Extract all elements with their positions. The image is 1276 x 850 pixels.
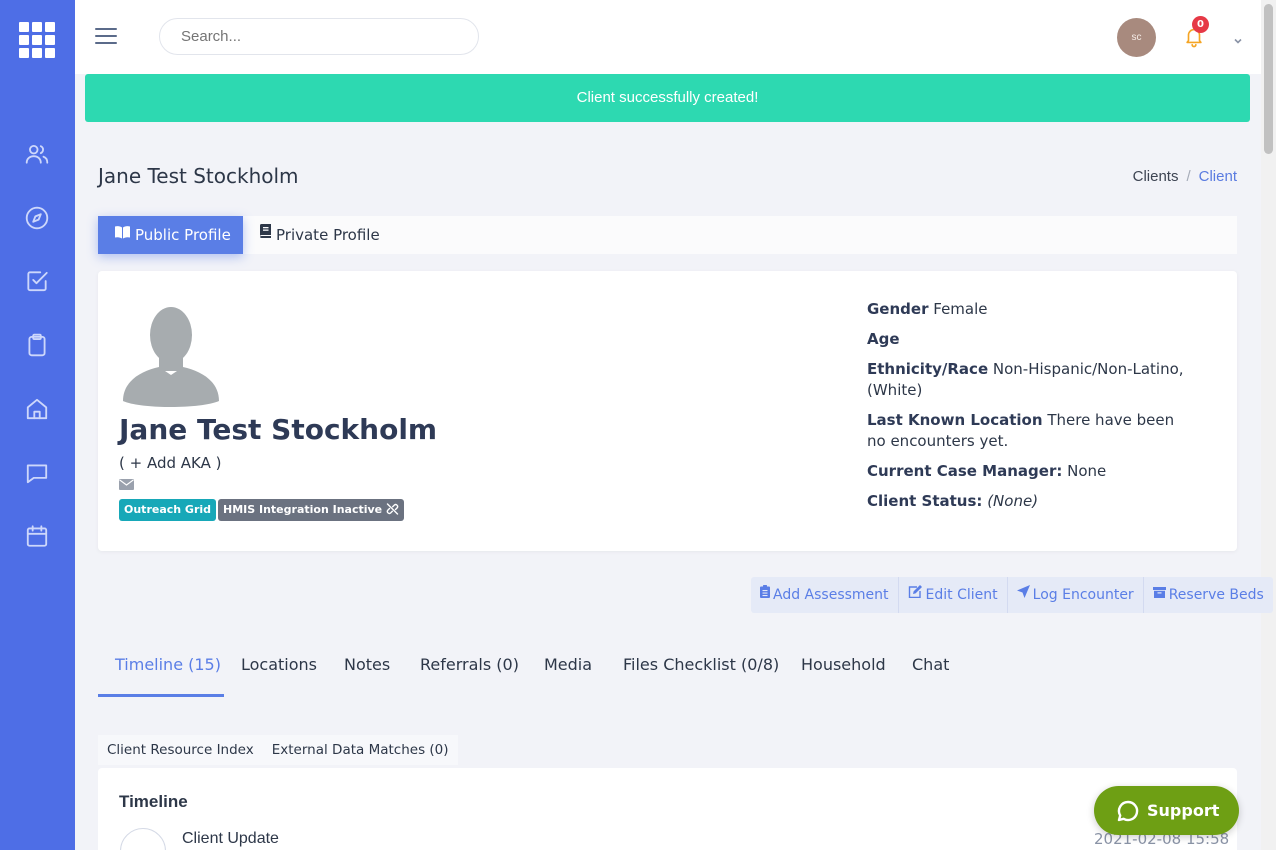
- case-manager-label: Current Case Manager:: [867, 462, 1063, 480]
- edit-client-label: Edit Client: [925, 587, 998, 603]
- menu-toggle-icon[interactable]: [95, 28, 117, 46]
- outreach-grid-badge: Outreach Grid: [119, 499, 217, 521]
- reserve-beds-label: Reserve Beds: [1168, 587, 1264, 603]
- gender-label: Gender: [867, 300, 929, 318]
- support-button[interactable]: Support: [1094, 786, 1239, 835]
- client-name: Jane Test Stockholm: [119, 413, 438, 446]
- scrollbar-thumb[interactable]: [1264, 4, 1273, 154]
- add-assessment-label: Add Assessment: [773, 587, 889, 603]
- clipboard-icon[interactable]: [24, 332, 50, 358]
- avatar-placeholder-icon: [123, 307, 219, 407]
- archive-box-icon: [1152, 576, 1166, 612]
- success-alert: Client successfully created!: [85, 74, 1250, 122]
- tab-private-profile-label: Private Profile: [276, 226, 380, 244]
- ethnicity-label: Ethnicity/Race: [867, 360, 989, 378]
- last-location-label: Last Known Location: [867, 411, 1043, 429]
- profile-tabs: Public Profile Private Profile: [98, 216, 1237, 254]
- hmis-status-label: HMIS Integration Inactive: [223, 503, 383, 516]
- home-icon[interactable]: [24, 396, 50, 422]
- log-encounter-button[interactable]: Log Encounter: [1008, 577, 1144, 613]
- book-open-icon: [114, 215, 131, 253]
- apps-grid-icon[interactable]: [19, 22, 57, 58]
- breadcrumb-separator: /: [1186, 168, 1191, 185]
- gender-value: Female: [933, 300, 988, 318]
- support-label: Support: [1147, 801, 1220, 820]
- ethnicity-field: Ethnicity/Race Non-Hispanic/Non-Latino, …: [867, 359, 1197, 401]
- age-field: Age: [867, 329, 1197, 350]
- user-avatar[interactable]: sc: [1117, 18, 1156, 57]
- timeline-item-title[interactable]: Client Update: [182, 830, 279, 848]
- tab-files-checklist[interactable]: Files Checklist (0/8): [623, 648, 779, 697]
- notification-count-badge: 0: [1192, 16, 1209, 33]
- secondary-tabs: Client Resource Index External Data Matc…: [98, 735, 458, 765]
- reserve-beds-button[interactable]: Reserve Beds: [1144, 577, 1273, 613]
- breadcrumb-clients-link[interactable]: Clients: [1133, 168, 1179, 185]
- timeline-title: Timeline: [119, 792, 188, 811]
- chevron-down-icon[interactable]: [1233, 31, 1243, 44]
- client-status-value: (None): [987, 492, 1039, 510]
- client-status-field: Client Status: (None): [867, 491, 1197, 512]
- tab-chat[interactable]: Chat: [912, 648, 949, 697]
- tab-household[interactable]: Household: [801, 648, 886, 697]
- add-aka-link[interactable]: ( + Add AKA ): [119, 454, 221, 472]
- calendar-icon[interactable]: [24, 523, 50, 549]
- checkbox-icon[interactable]: [24, 268, 50, 294]
- tab-public-profile-label: Public Profile: [135, 226, 231, 244]
- age-label: Age: [867, 330, 900, 348]
- add-assessment-button[interactable]: Add Assessment: [751, 577, 899, 613]
- edit-client-button[interactable]: Edit Client: [899, 577, 1008, 613]
- tab-referrals[interactable]: Referrals (0): [420, 648, 519, 697]
- breadcrumb-client-current[interactable]: Client: [1199, 168, 1237, 185]
- chat-bubble-icon: [1117, 800, 1139, 822]
- case-manager-value: None: [1067, 462, 1107, 480]
- chat-icon[interactable]: [24, 460, 50, 486]
- envelope-icon[interactable]: [119, 479, 134, 490]
- log-encounter-label: Log Encounter: [1032, 587, 1134, 603]
- tab-client-resource-index[interactable]: Client Resource Index: [98, 735, 263, 765]
- search-input[interactable]: [159, 18, 479, 55]
- unlink-icon: [386, 503, 399, 515]
- tab-external-data-matches[interactable]: External Data Matches (0): [262, 735, 458, 765]
- timeline-item-icon: [120, 828, 166, 850]
- case-manager-field: Current Case Manager: None: [867, 461, 1197, 482]
- location-arrow-icon: [1016, 576, 1030, 612]
- clipboard-list-icon: [760, 576, 770, 612]
- sidebar: [0, 0, 75, 850]
- gender-field: Gender Female: [867, 299, 1197, 320]
- hmis-status-badge: HMIS Integration Inactive: [218, 499, 404, 521]
- client-status-label: Client Status:: [867, 492, 983, 510]
- tab-timeline[interactable]: Timeline (15): [98, 648, 224, 697]
- tab-media[interactable]: Media: [544, 648, 592, 697]
- page-scrollbar[interactable]: [1261, 0, 1276, 850]
- book-icon: [259, 215, 272, 253]
- client-profile-card: Jane Test Stockholm ( + Add AKA ) Outrea…: [98, 271, 1237, 551]
- users-icon[interactable]: [24, 141, 50, 167]
- tab-notes[interactable]: Notes: [344, 648, 390, 697]
- tab-public-profile[interactable]: Public Profile: [98, 216, 243, 254]
- client-actions-group: Add Assessment Edit Client Log Encounter…: [751, 577, 1273, 613]
- last-location-field: Last Known Location There have been no e…: [867, 410, 1197, 452]
- page-title: Jane Test Stockholm: [98, 164, 299, 188]
- tab-locations[interactable]: Locations: [241, 648, 317, 697]
- top-bar: sc 0: [75, 0, 1261, 74]
- edit-icon: [908, 576, 923, 612]
- breadcrumb: Clients / Client: [1133, 168, 1237, 185]
- timeline-card: Timeline Client Update 2021-02-08 15:58: [98, 768, 1237, 850]
- tab-private-profile[interactable]: Private Profile: [243, 216, 396, 254]
- compass-icon[interactable]: [24, 205, 50, 231]
